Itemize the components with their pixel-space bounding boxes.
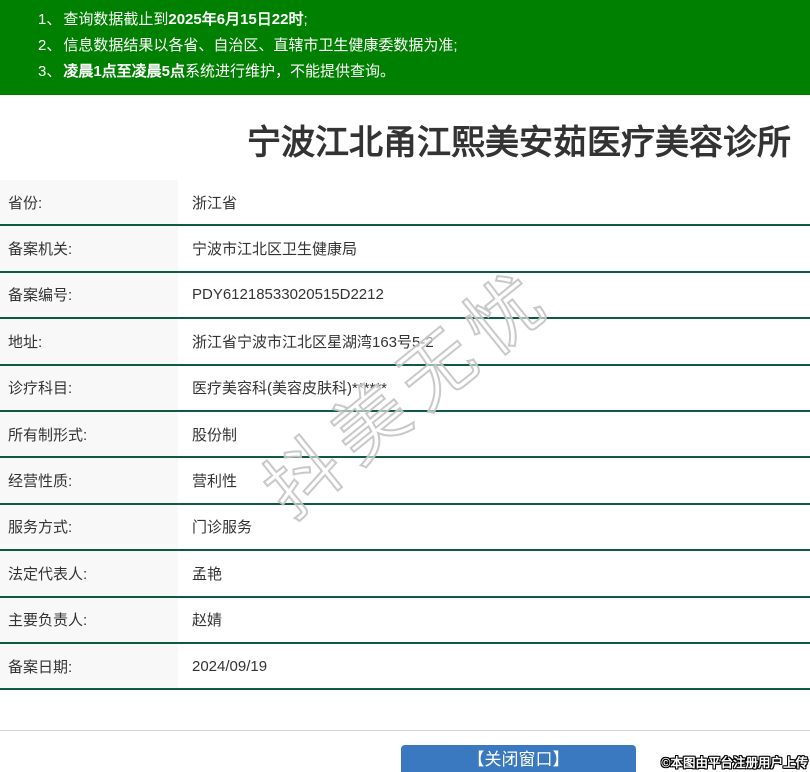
table-row: 所有制形式: 股份制: [0, 411, 810, 459]
notice-bar: 1、 查询数据截止到2025年6月15日22时; 2、 信息数据结果以各省、自治区、直…: [0, 0, 810, 95]
upload-credit: ©本图由平台注册用户上传: [661, 756, 808, 770]
notice-item: 1、 查询数据截止到2025年6月15日22时;: [38, 11, 308, 28]
row-value: 孟艳: [192, 565, 223, 583]
row-value: 宁波市江北区卫生健康局: [192, 241, 358, 259]
notice-item: 2、 信息数据结果以各省、自治区、直辖市卫生健康委数据为准;: [38, 37, 458, 54]
bottom-divider: [0, 730, 810, 731]
row-label: 备案编号:: [0, 272, 178, 318]
row-label: 主要负责人:: [0, 597, 178, 642]
row-label: 地址:: [0, 319, 178, 364]
row-value: 赵婧: [192, 612, 223, 630]
info-table: 省份: 浙江省 备案机关: 宁波市江北区卫生健康局 备案编号: PDY6121853302…: [0, 180, 810, 691]
page: 1、 查询数据截止到2025年6月15日22时; 2、 信息数据结果以各省、自治区、直…: [0, 0, 810, 772]
notice-item: 3、 凌晨1点至凌晨5点系统进行维护，不能提供查询。: [38, 63, 396, 80]
row-value: 浙江省宁波市江北区星湖湾163号5-2: [192, 333, 434, 351]
notice-list: 1、 查询数据截止到2025年6月15日22时; 2、 信息数据结果以各省、自治区、直…: [0, 0, 810, 85]
table-row: 诊疗科目: 医疗美容科(美容皮肤科)******: [0, 365, 810, 412]
row-label: 所有制形式:: [0, 411, 178, 457]
table-row: 服务方式: 门诊服务: [0, 504, 810, 552]
page-title: 宁波江北甬江熙美安茹医疗美容诊所: [247, 124, 791, 162]
table-row: 经营性质: 营利性: [0, 458, 810, 505]
table-row: 省份: 浙江省: [0, 180, 810, 227]
row-label: 省份:: [0, 180, 178, 225]
content-area: 1、 查询数据截止到2025年6月15日22时; 2、 信息数据结果以各省、自治区、直…: [0, 0, 810, 772]
row-label: 经营性质:: [0, 458, 178, 503]
row-label: 服务方式:: [0, 504, 178, 550]
table-row: 备案机关: 宁波市江北区卫生健康局: [0, 226, 810, 273]
row-value: 浙江省: [192, 194, 238, 212]
row-value: 股份制: [192, 426, 238, 444]
row-value: 门诊服务: [192, 519, 253, 537]
table-row: 主要负责人: 赵婧: [0, 597, 810, 644]
row-label: 备案日期:: [0, 643, 178, 689]
row-label: 诊疗科目:: [0, 365, 178, 410]
row-value: 2024/09/19: [192, 657, 268, 675]
row-label: 备案机关:: [0, 226, 178, 271]
close-window-button[interactable]: 【关闭窗口】: [401, 745, 636, 772]
table-row: 法定代表人: 孟艳: [0, 551, 810, 598]
table-row: 地址: 浙江省宁波市江北区星湖湾163号5-2: [0, 319, 810, 366]
table-row: 备案日期: 2024/09/19: [0, 643, 810, 691]
row-value: PDY61218533020515D2212: [192, 286, 384, 304]
table-row: 备案编号: PDY61218533020515D2212: [0, 272, 810, 320]
row-value: 营利性: [192, 473, 238, 491]
row-value: 医疗美容科(美容皮肤科)******: [192, 380, 388, 398]
row-label: 法定代表人:: [0, 551, 178, 596]
